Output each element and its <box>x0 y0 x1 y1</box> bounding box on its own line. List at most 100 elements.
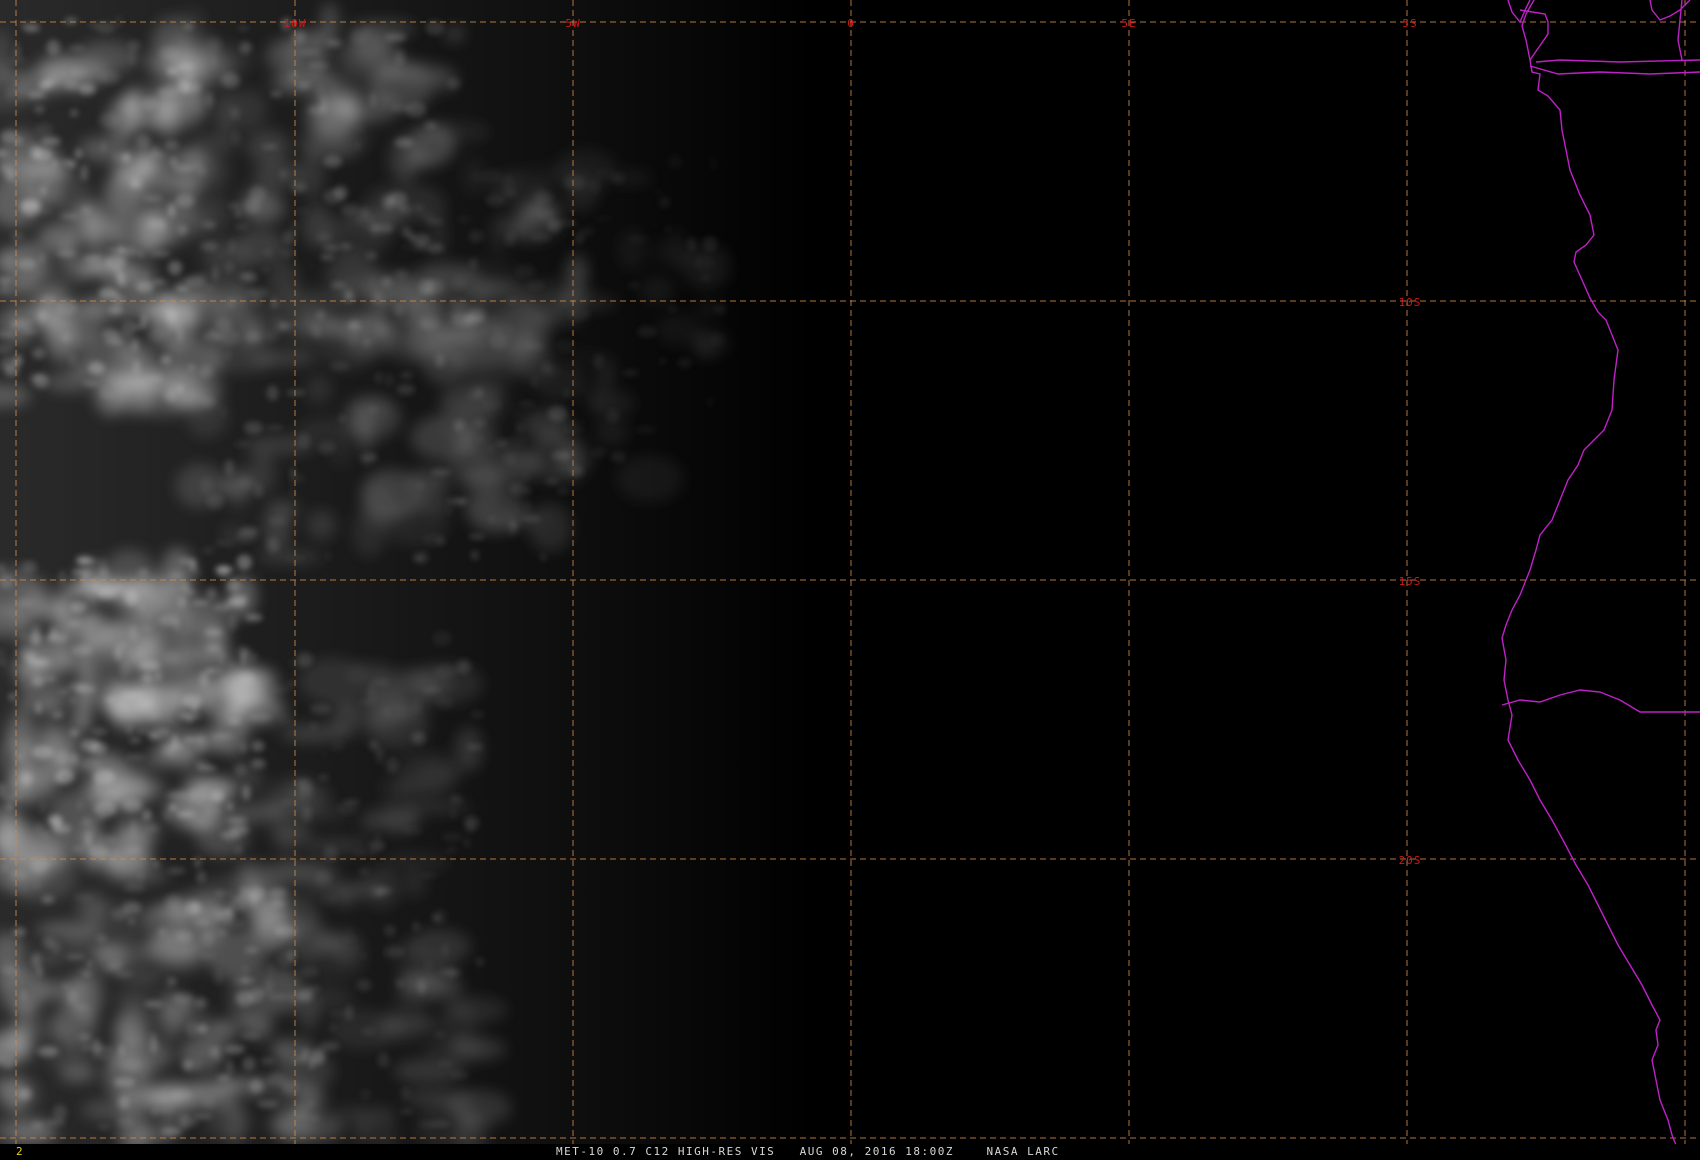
cloud-cell <box>16 646 37 660</box>
cloud-cell <box>6 803 14 811</box>
cloud-cell <box>137 304 157 319</box>
cloud-cell <box>129 181 143 188</box>
cloud-cell <box>137 873 145 881</box>
cloud-cell <box>447 77 461 90</box>
cloud-patch <box>330 930 361 965</box>
cloud-cell <box>152 1108 157 1116</box>
cloud-cell <box>433 1031 446 1038</box>
cloud-cell <box>347 294 358 302</box>
cloud-cell <box>183 81 201 94</box>
cloud-cell <box>217 650 226 666</box>
cloud-cell <box>194 856 202 869</box>
cloud-cell <box>32 347 45 359</box>
cloud-cell <box>57 250 77 257</box>
cloud-cell <box>178 1114 192 1129</box>
cloud-cell <box>336 802 358 815</box>
cloud-cell <box>141 626 153 631</box>
cloud-cell <box>206 92 214 108</box>
cloud-cell <box>203 804 223 817</box>
cloud-cell <box>298 784 314 800</box>
cloud-cell <box>162 810 172 821</box>
cloud-cell <box>359 700 376 705</box>
cloud-cell <box>6 167 15 181</box>
cloud-cell <box>384 373 395 388</box>
cloud-cell <box>95 21 116 34</box>
cloud-cell <box>419 873 440 878</box>
cloud-patch <box>116 775 167 801</box>
cloud-cell <box>203 283 215 291</box>
cloud-cell <box>65 80 80 91</box>
cloud-cell <box>71 569 93 575</box>
cloud-cell <box>383 707 391 716</box>
cloud-cell <box>375 749 384 764</box>
cloud-patch <box>395 751 461 798</box>
cloud-patch <box>72 689 92 736</box>
cloud-cell <box>126 725 134 735</box>
cloud-cell <box>70 601 87 614</box>
cloud-cell <box>666 304 678 313</box>
cloud-cell <box>160 354 172 365</box>
cloud-patch <box>186 776 235 804</box>
cloud-cell <box>464 837 470 848</box>
cloud-cell <box>307 105 327 115</box>
cloud-patch <box>348 663 393 682</box>
cloud-cell <box>713 304 726 315</box>
cloud-cell <box>381 276 393 287</box>
cloud-cell <box>502 188 517 197</box>
cloud-cell <box>249 1079 264 1093</box>
cloud-patch <box>381 851 452 872</box>
cloud-cell <box>78 83 96 95</box>
cloud-cell <box>358 866 370 876</box>
cloud-cell <box>66 954 86 960</box>
cloud-cell <box>40 1046 60 1057</box>
cloud-cell <box>197 1023 208 1034</box>
cloud-cell <box>201 397 217 408</box>
cloud-cell <box>279 713 295 727</box>
cloud-cell <box>169 978 178 985</box>
cloud-cell <box>456 216 472 223</box>
cloud-cell <box>369 850 377 856</box>
cloud-cell <box>524 342 545 351</box>
cloud-cell <box>26 89 46 96</box>
cloud-cell <box>234 224 249 230</box>
cloud-patch <box>330 437 352 468</box>
cloud-patch <box>449 1037 507 1061</box>
cloud-cell <box>191 1114 213 1119</box>
cloud-cell <box>486 445 495 453</box>
cloud-cell <box>317 1052 323 1062</box>
cloud-cell <box>318 774 330 781</box>
cloud-cell <box>400 1109 413 1115</box>
cloud-cell <box>224 459 234 475</box>
cloud-cell <box>266 385 279 401</box>
cloud-cell <box>288 72 298 81</box>
cloud-cell <box>289 222 299 232</box>
cloud-cell <box>196 765 217 771</box>
cloud-cell <box>660 357 666 365</box>
cloud-cell <box>176 810 195 818</box>
cloud-cell <box>201 1098 216 1110</box>
cloud-cell <box>16 135 22 146</box>
latitude-label: 5S <box>1402 17 1417 30</box>
cloud-cell <box>530 233 552 242</box>
cloud-cell <box>36 702 41 715</box>
cloud-cell <box>127 40 141 51</box>
cloud-patch <box>373 1016 406 1042</box>
cloud-cell <box>374 371 383 384</box>
cloud-cell <box>449 300 469 312</box>
cloud-cell <box>169 67 180 75</box>
cloud-cell <box>139 601 144 612</box>
cloud-cell <box>259 1057 275 1065</box>
cloud-cell <box>194 997 207 1009</box>
cloud-cell <box>132 338 138 352</box>
cloud-cell <box>521 471 531 483</box>
cloud-cell <box>71 644 92 656</box>
cloud-cell <box>134 359 140 375</box>
cloud-cell <box>168 203 176 218</box>
cloud-cell <box>380 194 397 204</box>
cloud-cell <box>147 328 166 343</box>
cloud-cell <box>88 361 105 375</box>
cloud-cell <box>658 196 671 209</box>
cloud-cell <box>522 516 541 521</box>
cloud-cell <box>185 1021 199 1037</box>
cloud-cell <box>518 401 536 406</box>
